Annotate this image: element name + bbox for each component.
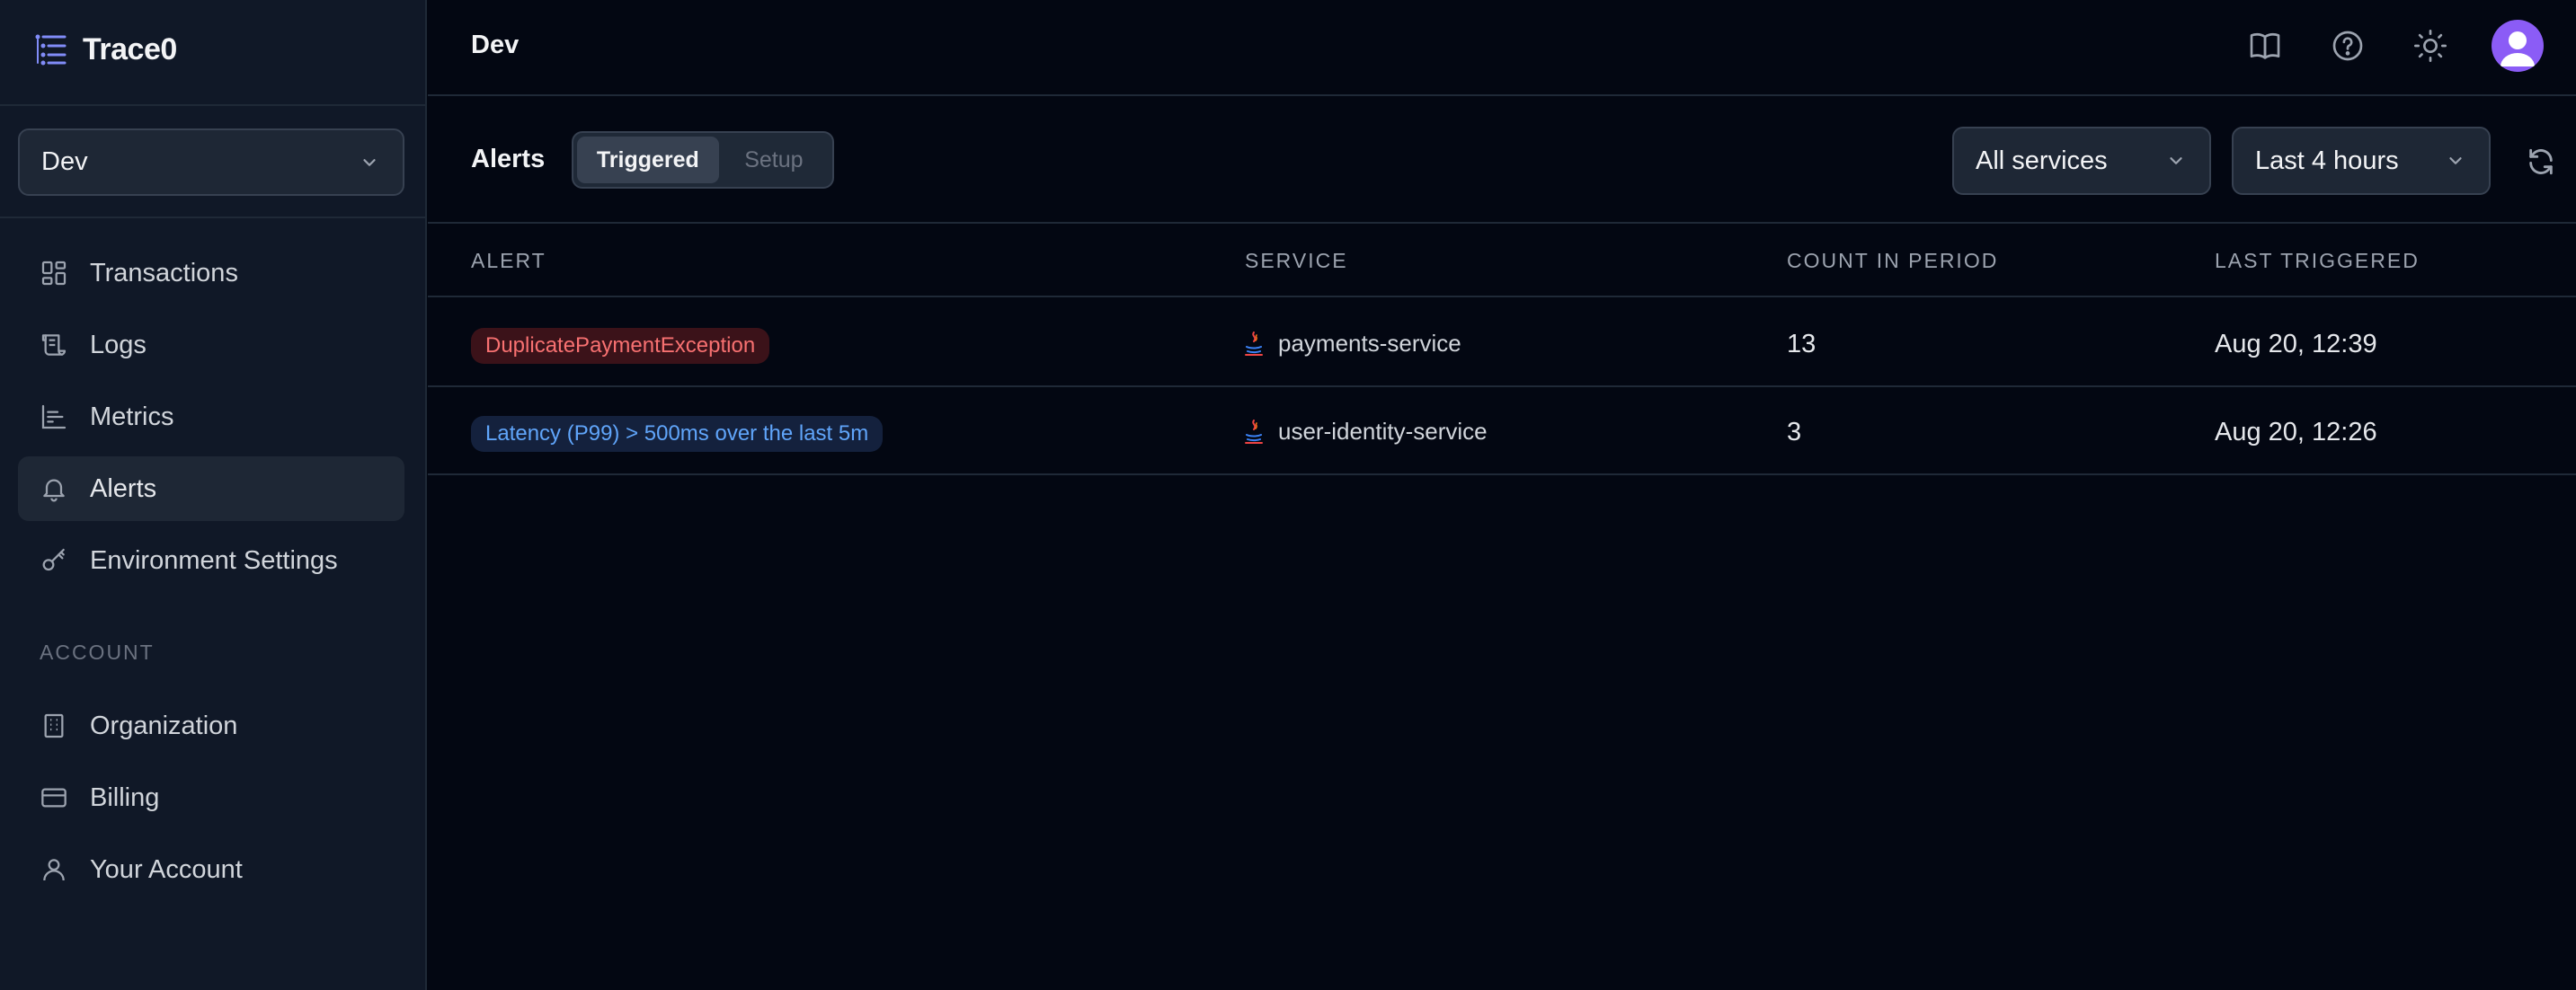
sidebar-item-transactions[interactable]: Transactions — [18, 241, 404, 305]
trace-logo-icon — [32, 31, 68, 67]
tab-setup[interactable]: Setup — [719, 137, 829, 183]
book-icon[interactable] — [2247, 28, 2283, 64]
header-actions — [2200, 20, 2544, 72]
sun-icon[interactable] — [2412, 28, 2448, 64]
java-icon — [1244, 331, 1264, 358]
sidebar-item-organization[interactable]: Organization — [18, 694, 404, 758]
last-triggered-cell: Aug 20, 12:26 — [2215, 418, 2377, 446]
page-title: Alerts — [471, 145, 546, 173]
brand[interactable]: Trace0 — [32, 31, 177, 68]
alert-badge[interactable]: Latency (P99) > 500ms over the last 5m — [471, 416, 884, 452]
sidebar-item-metrics[interactable]: Metrics — [18, 385, 404, 449]
alerts-view-toggle: Triggered Setup — [572, 131, 834, 189]
breadcrumb[interactable]: Dev — [471, 31, 519, 60]
bell-icon — [40, 474, 68, 503]
time-range-value: Last 4 hours — [2255, 146, 2399, 175]
last-triggered-cell: Aug 20, 12:39 — [2215, 330, 2377, 358]
help-circle-icon[interactable] — [2330, 28, 2366, 64]
user-icon — [40, 855, 68, 884]
service-filter-select[interactable]: All services — [1952, 127, 2211, 195]
sidebar-divider — [0, 217, 425, 218]
table-row[interactable]: Latency (P99) > 500ms over the last 5m u… — [428, 387, 2576, 475]
sidebar-divider — [0, 104, 425, 106]
count-cell: 3 — [1787, 418, 1802, 446]
service-cell: user-identity-service — [1244, 418, 1488, 446]
count-cell: 13 — [1787, 330, 1817, 358]
dashboard-grid-icon — [40, 259, 68, 287]
sidebar-item-billing[interactable]: Billing — [18, 765, 404, 830]
column-header-alert[interactable]: ALERT — [471, 249, 546, 273]
sidebar-item-label: Billing — [90, 782, 160, 812]
table-row[interactable]: DuplicatePaymentException payments-servi… — [428, 299, 2576, 387]
time-range-select[interactable]: Last 4 hours — [2232, 127, 2491, 195]
alerts-table-header: ALERT SERVICE COUNT IN PERIOD LAST TRIGG… — [428, 225, 2576, 297]
alert-badge[interactable]: DuplicatePaymentException — [471, 328, 770, 364]
bar-chart-icon — [40, 402, 68, 431]
service-filter-value: All services — [1976, 146, 2108, 175]
sidebar-item-logs[interactable]: Logs — [18, 313, 404, 377]
sidebar-item-your-account[interactable]: Your Account — [18, 837, 404, 902]
java-icon — [1244, 419, 1264, 446]
sidebar-item-label: Logs — [90, 330, 147, 359]
key-icon — [40, 546, 68, 575]
sidebar: Trace0 Dev Transactions Logs Metrics Ale… — [0, 0, 427, 990]
sidebar-item-label: Environment Settings — [90, 545, 338, 575]
chevron-down-icon — [360, 153, 379, 172]
service-name: payments-service — [1278, 330, 1461, 357]
tab-triggered[interactable]: Triggered — [577, 137, 719, 183]
chevron-down-icon — [2446, 151, 2465, 171]
sidebar-item-alerts[interactable]: Alerts — [18, 456, 404, 521]
top-header: Dev — [428, 0, 2576, 96]
sidebar-item-label: Organization — [90, 711, 238, 740]
environment-select-value: Dev — [41, 147, 88, 176]
sidebar-item-environment-settings[interactable]: Environment Settings — [18, 528, 404, 593]
sidebar-item-label: Your Account — [90, 854, 243, 884]
column-header-count[interactable]: COUNT IN PERIOD — [1787, 249, 1998, 273]
column-header-last-triggered[interactable]: LAST TRIGGERED — [2215, 249, 2420, 273]
sidebar-item-label: Metrics — [90, 402, 174, 431]
account-section-title: ACCOUNT — [40, 641, 155, 664]
building-icon — [40, 712, 68, 740]
environment-select[interactable]: Dev — [18, 128, 404, 196]
avatar[interactable] — [2492, 20, 2544, 72]
app-name: Trace0 — [83, 31, 177, 66]
service-name: user-identity-service — [1278, 418, 1488, 445]
sidebar-item-label: Transactions — [90, 258, 238, 287]
column-header-service[interactable]: SERVICE — [1245, 249, 1348, 273]
credit-card-icon — [40, 783, 68, 812]
chevron-down-icon — [2166, 151, 2186, 171]
alerts-toolbar: Alerts Triggered Setup All services Last… — [428, 98, 2576, 224]
sidebar-item-label: Alerts — [90, 473, 157, 503]
service-cell: payments-service — [1244, 330, 1461, 358]
scroll-icon — [40, 331, 68, 359]
refresh-icon[interactable] — [2526, 146, 2556, 177]
